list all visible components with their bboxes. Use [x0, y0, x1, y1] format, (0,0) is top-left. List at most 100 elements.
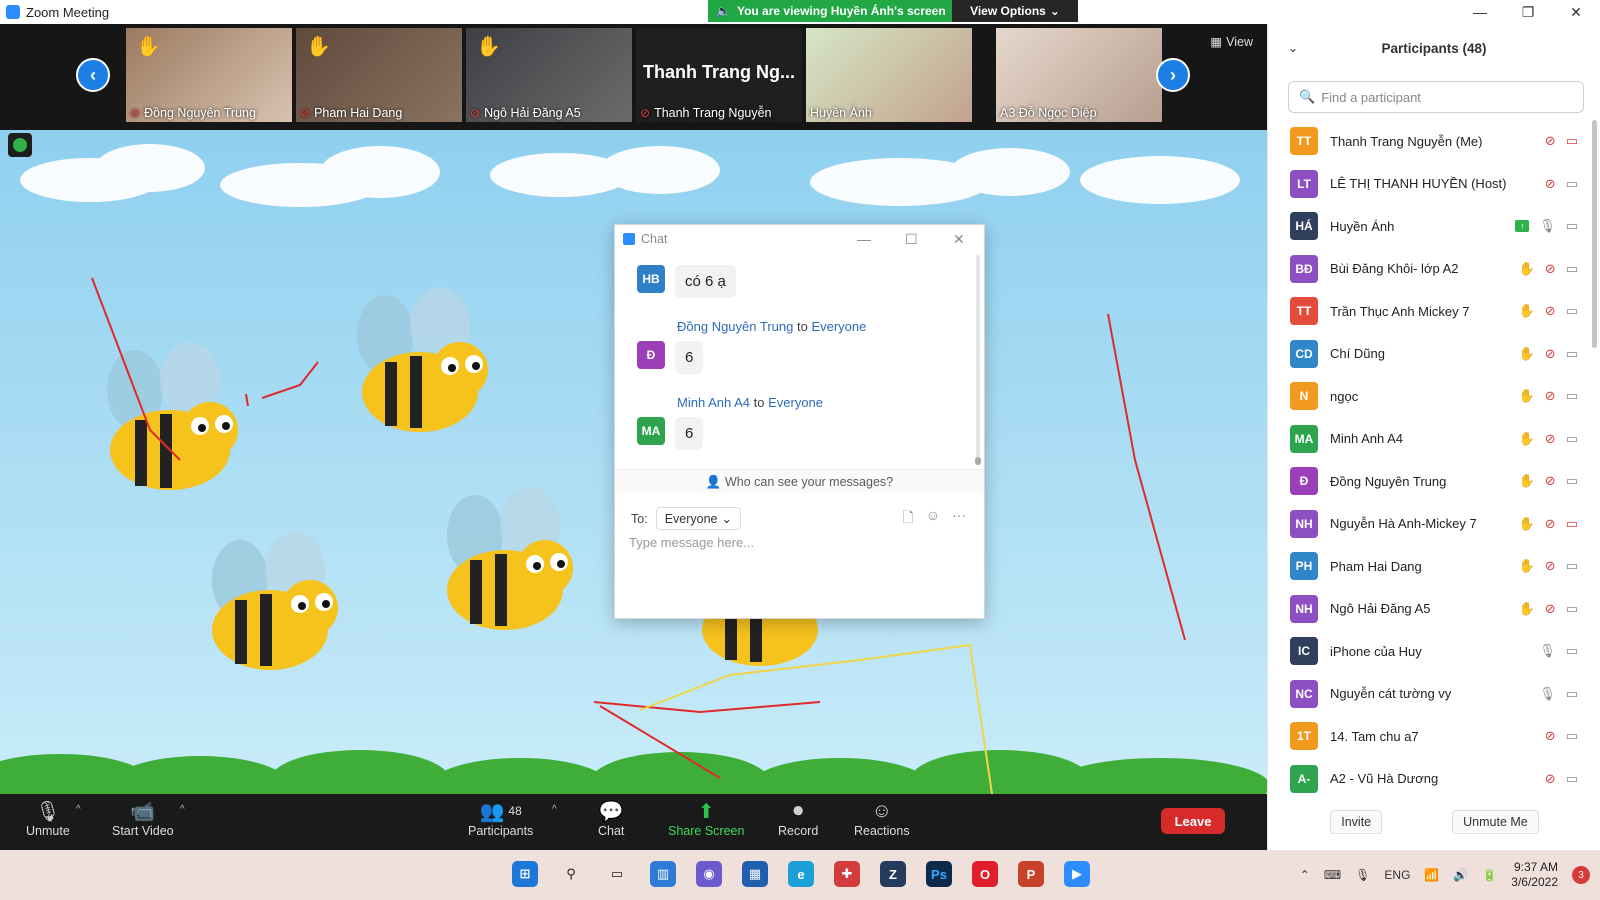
gift-icon[interactable]: ✚ — [834, 861, 860, 887]
video-camera-icon[interactable]: ▭ — [1566, 771, 1578, 787]
powerpoint-icon[interactable]: P — [1018, 861, 1044, 887]
mic-off-icon[interactable]: ⊘ — [1545, 558, 1556, 574]
participant-row[interactable]: MA Minh Anh A4 ✋ ⊘ ▭ — [1268, 418, 1588, 461]
chat-maximize-button[interactable]: ☐ — [905, 231, 918, 248]
minimize-button[interactable]: — — [1456, 0, 1504, 24]
chevron-up-icon[interactable]: ⌃ — [1300, 868, 1310, 882]
mic-off-icon[interactable]: ⊘ — [1545, 771, 1556, 787]
volume-icon[interactable]: 🔊 — [1453, 868, 1468, 882]
chevron-down-icon[interactable]: ⌄ — [1288, 41, 1298, 55]
view-layout-button[interactable]: ▦ View — [1210, 34, 1253, 50]
video-camera-icon[interactable]: ▭ — [1566, 558, 1578, 574]
sender-name[interactable]: Minh Anh A4 — [677, 395, 750, 410]
start-video-button[interactable]: 📹 Start Video — [112, 798, 174, 839]
participants-options-caret[interactable]: ^ — [552, 804, 557, 815]
windows-start-icon[interactable]: ⊞ — [512, 861, 538, 887]
video-tile[interactable]: Huyền Ánh — [806, 28, 972, 122]
recipient-name[interactable]: Everyone — [768, 395, 823, 410]
mic-off-icon[interactable]: ⊘ — [1545, 133, 1556, 149]
share-screen-button[interactable]: ⬆ Share Screen — [668, 798, 744, 839]
video-camera-icon[interactable]: ▭ — [1566, 261, 1578, 277]
microphone-icon[interactable]: 🎙 — [1539, 686, 1556, 702]
video-off-icon[interactable]: ▭ — [1566, 516, 1578, 532]
mic-off-icon[interactable]: ⊘ — [1545, 516, 1556, 532]
widgets-icon[interactable]: ▥ — [650, 861, 676, 887]
battery-icon[interactable]: 🔋 — [1482, 868, 1497, 882]
video-camera-icon[interactable]: ▭ — [1566, 176, 1578, 192]
leave-button[interactable]: Leave — [1161, 808, 1225, 834]
clock[interactable]: 9:37 AM 3/6/2022 — [1511, 860, 1558, 890]
mic-off-icon[interactable]: ⊘ — [1545, 261, 1556, 277]
next-page-button[interactable]: › — [1156, 58, 1190, 92]
zalo-icon[interactable]: Z — [880, 861, 906, 887]
participant-row[interactable]: NH Nguyễn Hà Anh-Mickey 7 ✋ ⊘ ▭ — [1268, 503, 1588, 546]
video-camera-icon[interactable]: ▭ — [1566, 728, 1578, 744]
microphone-icon[interactable]: 🎙 — [1539, 218, 1556, 234]
record-button[interactable]: ⏺ Record — [778, 798, 818, 839]
participant-row[interactable]: TT Thanh Trang Nguyễn (Me) ⊘ ▭ — [1268, 120, 1588, 163]
file-icon[interactable]: 🗋 — [902, 507, 913, 531]
reactions-button[interactable]: ☺ Reactions — [854, 798, 910, 839]
restore-button[interactable]: ❐ — [1504, 0, 1552, 24]
participant-row[interactable]: BĐ Bùi Đăng Khôi- lớp A2 ✋ ⊘ ▭ — [1268, 248, 1588, 291]
microphone-icon[interactable]: 🎙 — [1539, 643, 1556, 659]
mic-off-icon[interactable]: ⊘ — [1545, 601, 1556, 617]
video-off-icon[interactable]: ▭ — [1566, 133, 1578, 149]
zoom-taskbar-icon[interactable]: ▶ — [1064, 861, 1090, 887]
video-camera-icon[interactable]: ▭ — [1566, 601, 1578, 617]
close-button[interactable]: ✕ — [1552, 0, 1600, 24]
more-icon[interactable]: ··· — [952, 507, 966, 531]
participants-button[interactable]: 👥 48 Participants — [468, 798, 533, 839]
recipient-select[interactable]: Everyone ⌄ — [655, 507, 741, 530]
chat-minimize-button[interactable]: — — [857, 231, 871, 247]
video-options-caret[interactable]: ^ — [180, 804, 185, 815]
participant-search-input[interactable] — [1321, 89, 1572, 105]
mic-off-icon[interactable]: ⊘ — [1545, 388, 1556, 404]
video-camera-icon[interactable]: ▭ — [1566, 643, 1578, 659]
video-tile[interactable]: ✋ ⊘ Pham Hai Dang — [296, 28, 462, 122]
video-camera-icon[interactable]: ▭ — [1566, 686, 1578, 702]
participant-row[interactable]: LT LÊ THỊ THANH HUYỀN (Host) ⊘ ▭ — [1268, 163, 1588, 206]
participant-row[interactable]: HÁ Huyền Ánh ↑ 🎙 ▭ — [1268, 205, 1588, 248]
unmute-button[interactable]: 🎙 Unmute — [26, 798, 70, 839]
video-camera-icon[interactable]: ▭ — [1566, 388, 1578, 404]
participant-row[interactable]: A- A2 - Vũ Hà Dương ⊘ ▭ — [1268, 758, 1588, 801]
audio-options-caret[interactable]: ^ — [76, 804, 81, 815]
participant-row[interactable]: PH Pham Hai Dang ✋ ⊘ ▭ — [1268, 545, 1588, 588]
edge-browser-icon[interactable]: e — [788, 861, 814, 887]
invite-button[interactable]: Invite — [1330, 810, 1383, 834]
store-icon[interactable]: ▦ — [742, 861, 768, 887]
participant-row[interactable]: Nngọc ✋ ⊘ ▭ — [1268, 375, 1588, 418]
participant-row[interactable]: Đ Đồng Nguyên Trung ✋ ⊘ ▭ — [1268, 460, 1588, 503]
mic-off-icon[interactable]: ⊘ — [1545, 431, 1556, 447]
mic-off-icon[interactable]: ⊘ — [1545, 303, 1556, 319]
unmute-me-button[interactable]: Unmute Me — [1452, 810, 1539, 834]
video-tile[interactable]: Thanh Trang Ng... ⊘ Thanh Trang Nguyễn — [636, 28, 802, 122]
task-view-icon[interactable]: ▭ — [604, 861, 630, 887]
participant-row[interactable]: 1T 14. Tam chu a7 ⊘ ▭ — [1268, 715, 1588, 758]
security-shield-icon[interactable] — [8, 133, 32, 157]
search-icon[interactable]: ⚲ — [558, 861, 584, 887]
mic-off-icon[interactable]: ⊘ — [1545, 728, 1556, 744]
language-indicator[interactable]: ENG — [1384, 868, 1410, 882]
video-camera-icon[interactable]: ▭ — [1566, 346, 1578, 362]
mic-off-icon[interactable]: ⊘ — [1545, 176, 1556, 192]
video-camera-icon[interactable]: ▭ — [1566, 473, 1578, 489]
view-options-button[interactable]: View Options ⌄ — [952, 0, 1078, 22]
who-can-see-link[interactable]: 👤 Who can see your messages? — [615, 469, 984, 493]
video-camera-icon[interactable]: ▭ — [1566, 218, 1578, 234]
wifi-icon[interactable]: 📶 — [1424, 868, 1439, 882]
chat-scrollbar[interactable] — [975, 255, 981, 465]
participant-row[interactable]: IC iPhone của Huy 🎙 ▭ — [1268, 630, 1588, 673]
participant-row[interactable]: TT Trần Thục Anh Mickey 7 ✋ ⊘ ▭ — [1268, 290, 1588, 333]
video-tile[interactable]: ✋ ⊘ Đồng Nguyên Trung — [126, 28, 292, 122]
photoshop-icon[interactable]: Ps — [926, 861, 952, 887]
participant-row[interactable]: CD Chí Dũng ✋ ⊘ ▭ — [1268, 333, 1588, 376]
video-camera-icon[interactable]: ▭ — [1566, 303, 1578, 319]
sender-name[interactable]: Đồng Nguyên Trung — [677, 319, 793, 334]
previous-page-button[interactable]: ‹ — [76, 58, 110, 92]
notification-badge[interactable]: 3 — [1572, 866, 1590, 884]
opera-icon[interactable]: O — [972, 861, 998, 887]
participants-scrollbar[interactable] — [1592, 120, 1597, 348]
participant-row[interactable]: NC Nguyễn cát tường vy 🎙 ▭ — [1268, 673, 1588, 716]
